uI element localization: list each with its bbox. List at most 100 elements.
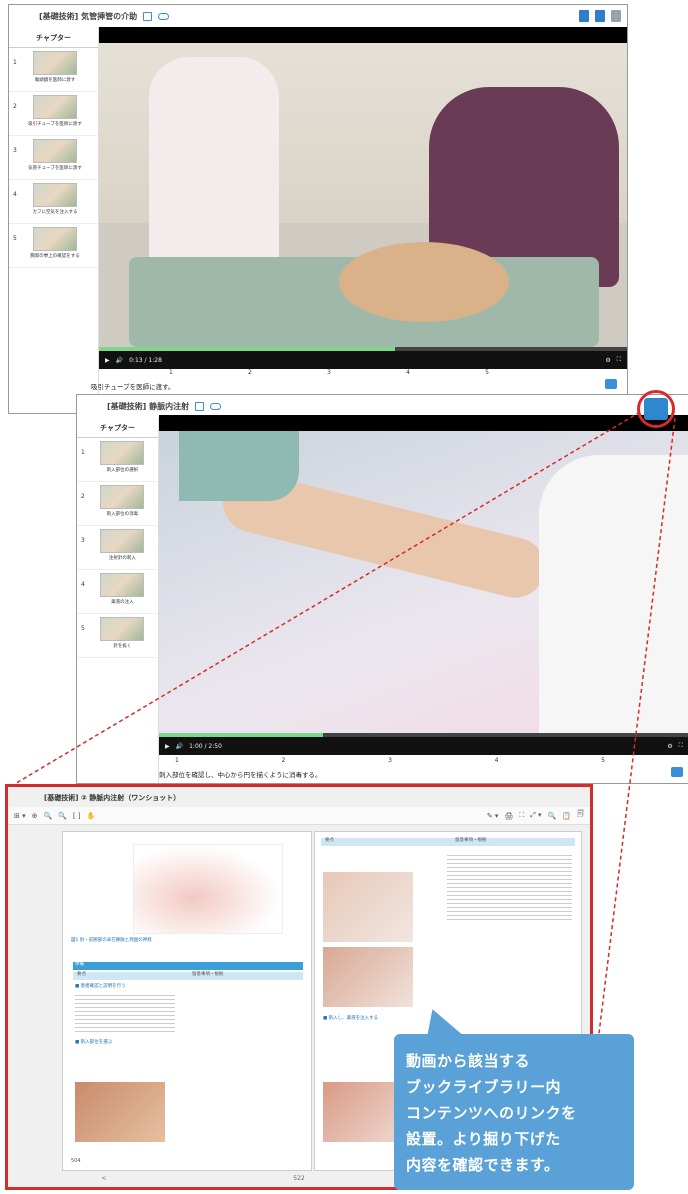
- video-window-intubation: [基礎技術] 気管挿管の介助 チャプター 1 喉頭鏡を医師に渡す 2 吸引チューブを…: [8, 4, 628, 414]
- resize-menu-button[interactable]: ⤢ ▾: [530, 811, 541, 820]
- bookmark-icon[interactable]: [143, 11, 153, 21]
- settings-icon[interactable]: ⚙: [667, 743, 672, 750]
- table-header-row: 要点 留意事項・根拠: [73, 972, 303, 980]
- section-heading: 準備: [75, 962, 84, 967]
- document-icon[interactable]: [611, 10, 621, 22]
- play-icon[interactable]: ▶: [165, 743, 170, 750]
- step-heading: ■ 刺入部位を選ぶ: [75, 1040, 113, 1045]
- table-header-cell: 留意事項・根拠: [455, 838, 487, 843]
- fullscreen-icon[interactable]: ⛶: [617, 356, 621, 364]
- video-letterbox: [159, 415, 688, 431]
- video-frame-nurse: [539, 455, 688, 735]
- page-indicator: 522: [293, 1175, 305, 1182]
- fullscreen-icon[interactable]: ⛶: [679, 742, 683, 750]
- figure-caption: 図1 肘・前腕部の表在静脈と周囲の神経: [71, 938, 152, 943]
- chapter-number: 5: [81, 625, 85, 632]
- video-window-iv-injection: [基礎技術] 静脈内注射 チャプター 1 刺入部位の選択 2 刺入部位の消毒 3 注射…: [76, 394, 688, 784]
- chapter-panel: チャプター 1 刺入部位の選択 2 刺入部位の消毒 3 注射針の刺入 4 薬液の注入 5…: [77, 417, 159, 783]
- search-icon[interactable]: 🔍: [43, 812, 52, 820]
- clipboard-icon[interactable]: 📋: [562, 812, 571, 820]
- video-player[interactable]: ▶ 🔊 1:00 / 2:50 ⚙ ⛶: [159, 415, 688, 755]
- book-page-left: 図1 肘・前腕部の表在静脈と周囲の神経 準備 要点 留意事項・根拠 ■ 患者確認…: [62, 831, 312, 1171]
- figure-vein-diagram: [133, 844, 283, 934]
- chapter-number: 4: [13, 191, 17, 198]
- layout-menu-button[interactable]: ⊞ ▾: [14, 812, 26, 820]
- zoom-out-icon[interactable]: 🔍: [58, 812, 67, 820]
- book-icon[interactable]: [595, 10, 605, 22]
- settings-icon[interactable]: ⚙: [605, 357, 610, 364]
- chapter-number: 2: [13, 103, 17, 110]
- chapter-tick[interactable]: 5: [485, 369, 489, 376]
- chapter-panel: チャプター 1 喉頭鏡を医師に渡す 2 吸引チューブを医師に渡す 3 気管チューブを医…: [9, 27, 99, 413]
- volume-icon[interactable]: 🔊: [176, 743, 183, 750]
- highlight-circle: [637, 390, 675, 428]
- chapter-item[interactable]: 1 刺入部位の選択: [77, 438, 158, 482]
- chapter-item[interactable]: 2 刺入部位の消毒: [77, 482, 158, 526]
- link-icon[interactable]: [210, 402, 222, 410]
- time-display: 0:13 / 1:28: [129, 356, 162, 364]
- chapter-tick[interactable]: 2: [282, 757, 286, 764]
- volume-icon[interactable]: 🔊: [116, 357, 123, 364]
- book-title: [基礎技術] ② 静脈内注射（ワンショット）: [44, 794, 181, 802]
- pages-icon[interactable]: 🗐: [577, 810, 584, 821]
- chapter-tick[interactable]: 4: [406, 369, 410, 376]
- video-player[interactable]: ▶ 🔊 0:13 / 1:28 ⚙ ⛶: [99, 27, 627, 369]
- chapter-label: 薬液の注入: [111, 600, 134, 605]
- chapter-tick[interactable]: 3: [388, 757, 392, 764]
- chapter-tick[interactable]: 2: [248, 369, 252, 376]
- chapter-item[interactable]: 4 カフに空気を注入する: [9, 180, 98, 224]
- copy-icon[interactable]: [579, 10, 589, 22]
- chapter-tick[interactable]: 1: [175, 757, 179, 764]
- chapter-item[interactable]: 3 注射針の刺入: [77, 526, 158, 570]
- search-text-icon[interactable]: 🔍: [548, 812, 557, 820]
- chapter-header: チャプター: [9, 27, 98, 48]
- table-header-cell: 要点: [77, 972, 86, 977]
- fullscreen-icon[interactable]: ⛶: [519, 811, 524, 820]
- viewer-toolbar: ⊞ ▾ ⊕ 🔍 🔍 [ ] ✋ ✎ ▾ 🖨 ⛶ ⤢ ▾ 🔍 📋 🗐: [8, 807, 590, 825]
- pen-menu-button[interactable]: ✎ ▾: [487, 812, 499, 820]
- callout-text: 動画から該当する ブックライブラリー内 コンテンツへのリンクを 設置。より掘り下…: [406, 1052, 577, 1174]
- chapter-tick[interactable]: 4: [495, 757, 499, 764]
- window-title: [基礎技術] 静脈内注射: [107, 401, 190, 411]
- link-icon[interactable]: [158, 12, 170, 20]
- zoom-in-icon[interactable]: ⊕: [32, 812, 38, 820]
- chapter-tick[interactable]: 5: [601, 757, 605, 764]
- chapter-item[interactable]: 5 胸郭の挙上の確認をする: [9, 224, 98, 268]
- table-header-cell: 留意事項・根拠: [192, 972, 224, 977]
- photo-insert: [323, 947, 413, 1007]
- table-header-row: 要点 留意事項・根拠: [321, 838, 575, 846]
- chapter-item[interactable]: 5 針を抜く: [77, 614, 158, 658]
- chapter-number: 5: [13, 235, 17, 242]
- print-icon[interactable]: 🖨: [504, 812, 513, 820]
- chapter-thumbnail: [33, 227, 77, 251]
- chapter-label: 刺入部位の選択: [106, 468, 139, 473]
- chapter-item[interactable]: 1 喉頭鏡を医師に渡す: [9, 48, 98, 92]
- chapter-number: 3: [81, 537, 85, 544]
- expand-icon[interactable]: [671, 767, 683, 777]
- chapter-number: 3: [13, 147, 17, 154]
- chapter-item[interactable]: 3 気管チューブを医師に渡す: [9, 136, 98, 180]
- chapter-number: 2: [81, 493, 85, 500]
- chapter-tick[interactable]: 3: [327, 369, 331, 376]
- chapter-item[interactable]: 4 薬液の注入: [77, 570, 158, 614]
- hand-icon[interactable]: ✋: [87, 812, 96, 820]
- chapter-tick[interactable]: 1: [169, 369, 173, 376]
- callout-bubble: 動画から該当する ブックライブラリー内 コンテンツへのリンクを 設置。より掘り下…: [394, 1034, 634, 1190]
- play-icon[interactable]: ▶: [105, 357, 110, 364]
- chapter-ticks: 1 2 3 4 5: [169, 369, 489, 376]
- chapter-header: チャプター: [77, 417, 158, 438]
- chapter-label: 胸郭の挙上の確認をする: [30, 254, 80, 259]
- chapter-number: 4: [81, 581, 85, 588]
- bookmark-icon[interactable]: [195, 401, 205, 411]
- video-controls: ▶ 🔊 1:00 / 2:50 ⚙ ⛶: [159, 737, 688, 755]
- chapter-label: 喉頭鏡を医師に渡す: [34, 78, 76, 83]
- step-heading: ■ 患者確認と説明を行う: [75, 984, 126, 989]
- step-heading: ■ 刺入し、薬液を注入する: [323, 1016, 379, 1021]
- fit-page-icon[interactable]: [ ]: [73, 812, 81, 820]
- chapter-item[interactable]: 2 吸引チューブを医師に渡す: [9, 92, 98, 136]
- prev-page-button[interactable]: <: [101, 1175, 106, 1185]
- expand-icon[interactable]: [605, 379, 617, 389]
- chapter-thumbnail: [100, 573, 145, 597]
- video-frame-mannequin: [339, 242, 509, 322]
- chapter-thumbnail: [33, 183, 77, 207]
